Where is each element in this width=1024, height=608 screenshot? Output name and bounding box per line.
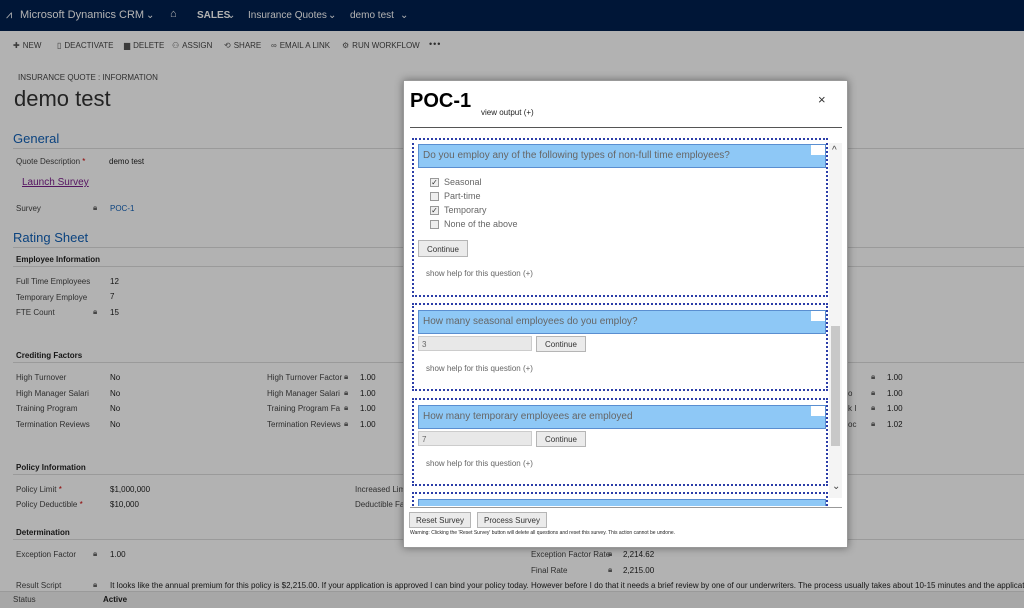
reset-warning-text: Warning: Clicking the 'Reset Survey' but…: [410, 530, 676, 536]
show-help-link[interactable]: show help for this question (+): [426, 459, 533, 468]
option-label: None of the above: [444, 219, 518, 229]
question-header: Do you employ any of the following types…: [418, 144, 826, 168]
fold-corner: [811, 145, 825, 155]
reset-survey-button[interactable]: Reset Survey: [409, 512, 471, 528]
view-output-link[interactable]: view output (+): [481, 108, 534, 117]
scroll-up-arrow-icon[interactable]: ^: [832, 145, 837, 156]
question-card: [412, 492, 828, 506]
close-icon[interactable]: ×: [818, 92, 826, 107]
option-label: Part-time: [444, 191, 481, 201]
temporary-employees-input[interactable]: 7: [418, 431, 532, 446]
question-text: How many temporary employees are employe…: [423, 411, 633, 422]
dialog-header-divider: [410, 127, 842, 128]
survey-dialog: POC-1 view output (+) × ^ ⌄ Do you emplo…: [403, 80, 848, 548]
dialog-title: POC-1: [410, 90, 472, 112]
fold-corner: [811, 311, 825, 321]
checkbox-part-time[interactable]: [430, 192, 439, 201]
question-header: How many seasonal employees do you emplo…: [418, 310, 826, 334]
continue-button[interactable]: Continue: [536, 336, 586, 352]
question-text: Do you employ any of the following types…: [423, 150, 730, 161]
question-card: Do you employ any of the following types…: [412, 138, 828, 297]
scrollbar-thumb[interactable]: [831, 326, 840, 446]
show-help-link[interactable]: show help for this question (+): [426, 364, 533, 373]
question-header: [418, 499, 826, 506]
checkbox-seasonal[interactable]: ✓: [430, 178, 439, 187]
question-header: How many temporary employees are employe…: [418, 405, 826, 429]
scroll-down-arrow-icon[interactable]: ⌄: [832, 481, 840, 492]
continue-button[interactable]: Continue: [536, 431, 586, 447]
process-survey-button[interactable]: Process Survey: [477, 512, 547, 528]
question-card: How many seasonal employees do you emplo…: [412, 303, 828, 391]
checkbox-temporary[interactable]: ✓: [430, 206, 439, 215]
show-help-link[interactable]: show help for this question (+): [426, 269, 533, 278]
checkbox-none-of-the-above[interactable]: [430, 220, 439, 229]
option-label: Seasonal: [444, 177, 482, 187]
seasonal-employees-input[interactable]: 3: [418, 336, 532, 351]
question-text: How many seasonal employees do you emplo…: [423, 316, 638, 327]
fold-corner: [811, 406, 825, 416]
survey-scroll-area[interactable]: ^ ⌄ Do you employ any of the following t…: [404, 138, 848, 506]
dialog-footer-divider: [410, 507, 842, 508]
option-label: Temporary: [444, 205, 487, 215]
question-card: How many temporary employees are employe…: [412, 398, 828, 486]
continue-button[interactable]: Continue: [418, 240, 468, 257]
